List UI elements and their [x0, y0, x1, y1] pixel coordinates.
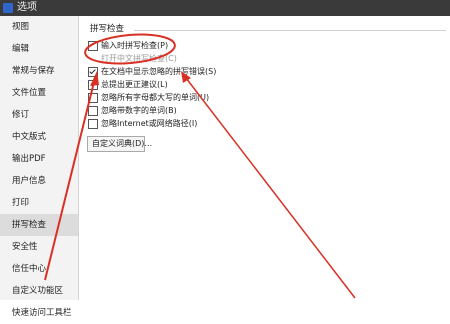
red-arrow-to-spell-check-option	[181, 71, 356, 299]
sidebar-item-quick-access-toolbar[interactable]: 快速访问工具栏	[0, 302, 78, 324]
red-arrow-to-checked-option	[44, 71, 99, 281]
sidebar-item-label: 快速访问工具栏	[12, 308, 72, 318]
red-annotation-overlay	[44, 33, 356, 299]
red-highlight-ellipse	[84, 33, 176, 65]
